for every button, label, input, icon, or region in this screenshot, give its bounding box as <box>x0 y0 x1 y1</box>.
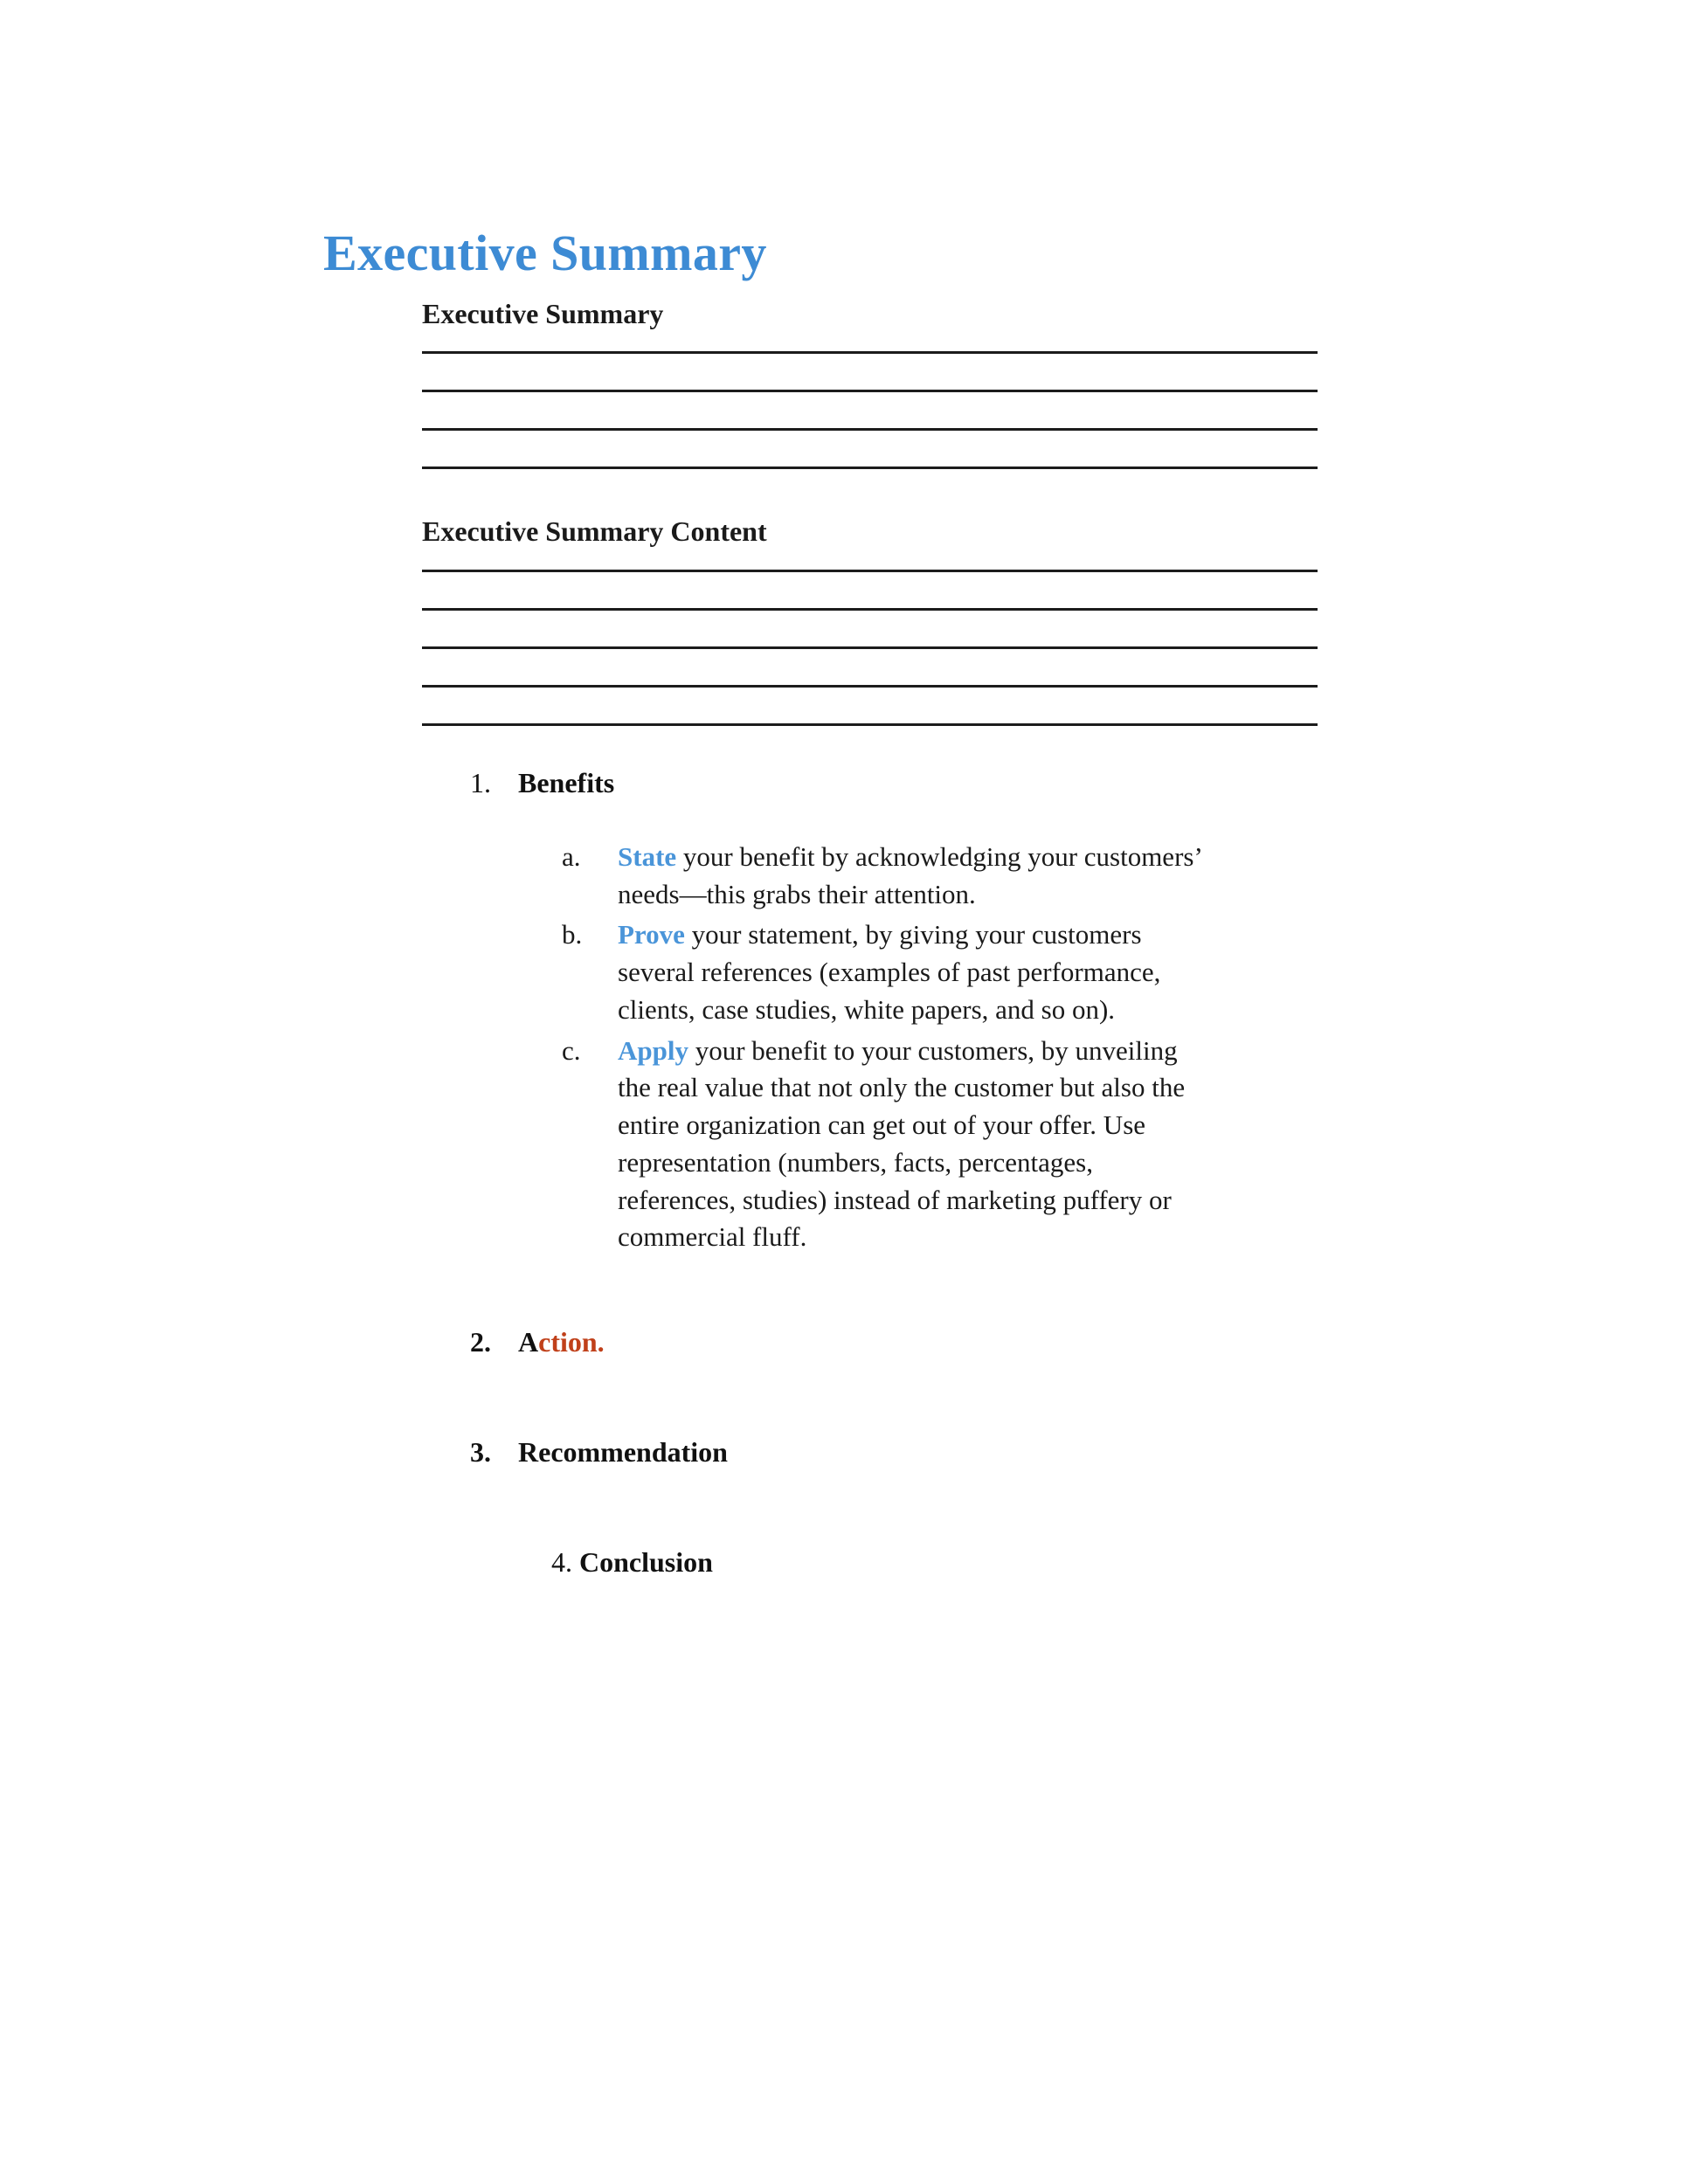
document-body: Executive Summary Executive Summary Cont… <box>422 297 1318 1579</box>
sublist-item-prove: b. Prove your statement, by giving your … <box>518 916 1212 1028</box>
sublist-keyword: Prove <box>618 919 685 950</box>
blank-lines-group-1 <box>422 351 1318 470</box>
sublist-keyword: Apply <box>618 1034 688 1066</box>
blank-rule-line <box>422 351 1318 355</box>
blank-lines-group-2 <box>422 569 1318 726</box>
list-gap <box>422 726 1318 765</box>
list-item-label: Recommendation <box>518 1436 728 1469</box>
sublist-marker: c. <box>562 1034 581 1066</box>
list-item-label: Benefits <box>518 766 615 798</box>
list-marker: 2. <box>470 1326 491 1358</box>
list-item-action: 2. Action. <box>422 1324 1318 1359</box>
list-item-benefits: 1. Benefits a. State your benefit by ack… <box>422 765 1318 1256</box>
blank-rule-line <box>422 569 1318 572</box>
section-heading: Executive Summary <box>422 298 664 329</box>
list-item-label-first: A <box>518 1326 539 1358</box>
list-marker: 3. <box>470 1436 491 1469</box>
list-marker: 4. <box>551 1546 579 1579</box>
sublist-marker: b. <box>562 919 583 950</box>
sublist-keyword: State <box>618 840 677 872</box>
sublist-item-state: a. State your benefit by acknowledging y… <box>518 839 1212 914</box>
sublist-marker: a. <box>562 840 581 872</box>
sublist-text: your statement, by giving your customers… <box>618 919 1161 1025</box>
list-item-label: Conclusion <box>579 1546 713 1579</box>
list-item-recommendation: 3. Recommendation <box>422 1434 1318 1469</box>
blank-rule-line <box>422 684 1318 688</box>
list-marker: 1. <box>470 766 491 798</box>
section-heading: Executive Summary Content <box>422 515 767 548</box>
blank-rule-line <box>422 390 1318 393</box>
section-executive-summary: Executive Summary <box>422 297 1318 470</box>
blank-rule-line <box>422 607 1318 611</box>
blank-rule-line <box>422 428 1318 432</box>
sublist-text: your benefit by acknowledging your custo… <box>618 840 1201 909</box>
sublist-benefits: a. State your benefit by acknowledging y… <box>518 839 1318 1256</box>
section-executive-summary-content: Executive Summary Content <box>422 515 1318 726</box>
page-title: Executive Summary <box>323 224 767 281</box>
list-item-conclusion: 4. Conclusion <box>422 1545 1318 1579</box>
blank-rule-line <box>422 646 1318 649</box>
sublist-item-apply: c. Apply your benefit to your customers,… <box>518 1033 1212 1257</box>
document-page: Executive Summary Executive Summary Exec… <box>0 0 1688 2184</box>
list-item-label-rest: ction. <box>538 1326 605 1358</box>
outline-list: 1. Benefits a. State your benefit by ack… <box>422 765 1318 1579</box>
sublist-text: your benefit to your customers, by unvei… <box>618 1034 1186 1253</box>
